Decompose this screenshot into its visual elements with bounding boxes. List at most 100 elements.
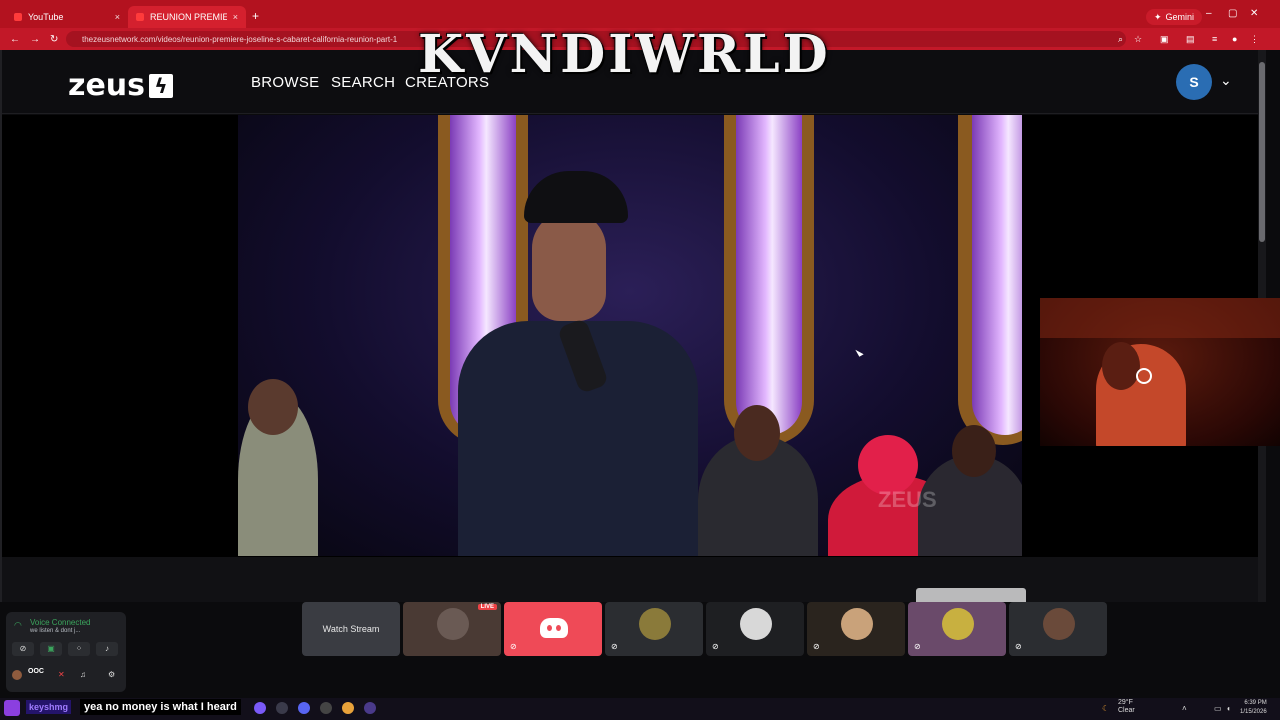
mute-video-button[interactable]: ⊘ — [12, 642, 34, 656]
lightning-bolt-icon: ϟ — [149, 73, 174, 98]
chat-username: keyshmg — [26, 700, 72, 714]
bookmark-star-icon[interactable]: ☆ — [1134, 34, 1142, 45]
chevron-down-icon[interactable]: ⌄ — [1220, 72, 1232, 89]
browser-menu-icon[interactable]: ⋮ — [1250, 34, 1259, 45]
clock-date: 1/15/2026 — [1240, 709, 1267, 715]
muted-icon: ⊘ — [712, 642, 719, 651]
participant-tile[interactable]: ⊘ — [605, 602, 703, 656]
voice-status[interactable]: Voice Connected — [30, 618, 91, 627]
logo-text: zeus — [68, 68, 146, 103]
weather-temp: 29°F — [1118, 699, 1133, 706]
forward-arrow-icon[interactable]: → — [30, 34, 40, 45]
muted-icon: ⊘ — [914, 642, 921, 651]
gemini-label: Gemini — [1165, 12, 1195, 22]
tab-search-icon[interactable]: ≡ — [1212, 34, 1217, 44]
discord-logo-icon — [540, 618, 568, 638]
participant-avatar — [1043, 608, 1075, 640]
zeus-logo[interactable]: zeus ϟ — [68, 68, 174, 103]
youtube-favicon-icon — [14, 13, 22, 21]
sidepanel-icon[interactable]: ▤ — [1186, 34, 1195, 45]
video-frame[interactable]: ZEUS — [238, 115, 1022, 556]
muted-icon: ⊘ — [813, 642, 820, 651]
clock-time: 6:39 PM — [1244, 700, 1267, 706]
participant-avatar — [740, 608, 772, 640]
activities-button[interactable]: ⁘ — [68, 642, 90, 656]
signal-icon: ◠ — [14, 620, 22, 630]
chat-caption: yea no money is what I heard — [80, 699, 241, 715]
gemini-button[interactable]: ✦ Gemini — [1146, 9, 1203, 25]
participant-tile[interactable]: ⊘ — [706, 602, 804, 656]
user-avatar[interactable] — [12, 670, 22, 680]
screen-share-button[interactable]: ▣ — [40, 642, 62, 656]
muted-icon: ⊘ — [611, 642, 618, 651]
weather-icon: ☾ — [1102, 704, 1110, 713]
url-text: thezeusnetwork.com/videos/reunion-premie… — [82, 34, 398, 44]
participant-tile[interactable]: ⊘ — [1009, 602, 1107, 656]
voice-participant-tiles: Watch Stream LIVE ⊘ ⊘ ⊘ ⊘ ⊘ ⊘ — [302, 602, 1107, 656]
close-window-button[interactable]: ✕ — [1250, 8, 1258, 19]
reload-icon[interactable]: ↻ — [50, 34, 58, 45]
tab-title: REUNION PREMIERE Joseline's — [150, 12, 227, 22]
participant-tile[interactable]: ⊘ — [908, 602, 1006, 656]
participant-avatar — [437, 608, 469, 640]
voice-channel-name[interactable]: we listen & dont j... — [30, 628, 80, 634]
tray-chevron-icon[interactable]: ˄ — [1182, 704, 1187, 713]
discord-taskbar-icon[interactable] — [298, 702, 310, 714]
participant-avatar — [639, 608, 671, 640]
voice-connected-panel: ◠ Voice Connected we listen & dont j... … — [6, 612, 126, 692]
muted-icon: ⊘ — [1015, 642, 1022, 651]
nav-search[interactable]: SEARCH — [331, 74, 395, 91]
scrollbar-thumb[interactable] — [1259, 62, 1265, 242]
tab-title: YouTube — [28, 12, 64, 22]
settings-gear-icon[interactable]: ⚙ — [108, 670, 115, 679]
participant-avatar — [942, 608, 974, 640]
stream-overlay-title: KVNDIWRLD — [418, 24, 831, 85]
weather-desc: Clear — [1118, 707, 1135, 714]
tab-reunion-premiere[interactable]: REUNION PREMIERE Joseline's × — [128, 6, 246, 28]
headphones-icon[interactable]: ♫ — [80, 670, 86, 679]
start-button[interactable] — [4, 700, 20, 716]
volume-icon[interactable]: ◖ — [1226, 704, 1231, 713]
stage-pillar — [972, 115, 1022, 435]
account-avatar[interactable]: S — [1176, 64, 1212, 100]
player-footer — [2, 557, 1258, 602]
tab-youtube[interactable]: YouTube × — [6, 6, 128, 28]
nav-browse[interactable]: BROWSE — [251, 74, 319, 91]
partial-button[interactable] — [916, 588, 1026, 602]
taskbar-clock[interactable]: 6:39 PM 1/15/2026 — [1240, 699, 1267, 717]
extensions-icon[interactable]: ▣ — [1160, 34, 1169, 45]
live-badge: LIVE — [477, 604, 497, 610]
zoom-icon[interactable]: ⌕ — [1118, 34, 1123, 45]
streamer-webcam — [1040, 298, 1280, 446]
zeus-favicon-icon — [136, 13, 144, 21]
tab-close-icon[interactable]: × — [115, 12, 120, 22]
taskbar-app-icon[interactable] — [320, 702, 332, 714]
participant-tile[interactable]: ⊘ — [807, 602, 905, 656]
audience-member — [698, 405, 818, 556]
taskbar-app-icon[interactable] — [364, 702, 376, 714]
chrome-taskbar-icon[interactable] — [342, 702, 354, 714]
participant-tile[interactable]: LIVE — [403, 602, 501, 656]
watch-stream-tile[interactable]: Watch Stream — [302, 602, 400, 656]
audience-member — [238, 379, 318, 556]
network-icon[interactable]: ▭ — [1214, 704, 1222, 713]
weather-widget[interactable]: 29°F Clear — [1118, 699, 1135, 715]
maximize-button[interactable]: ▢ — [1228, 8, 1237, 19]
tab-close-icon[interactable]: × — [233, 12, 238, 22]
mic-muted-icon[interactable]: ✕ — [58, 670, 65, 679]
profile-icon[interactable]: ● — [1232, 34, 1237, 44]
back-arrow-icon[interactable]: ← — [10, 34, 20, 45]
watch-stream-label: Watch Stream — [322, 624, 380, 634]
circle-marker-icon — [1136, 368, 1152, 384]
new-tab-button[interactable]: + — [252, 9, 259, 23]
user-name: OOC — [28, 668, 44, 675]
minimize-button[interactable]: – — [1206, 8, 1212, 19]
participant-avatar — [841, 608, 873, 640]
participant-tile[interactable]: ⊘ — [504, 602, 602, 656]
taskbar-app-icon[interactable] — [254, 702, 266, 714]
taskbar-app-icon[interactable] — [276, 702, 288, 714]
host-figure — [448, 171, 698, 556]
gemini-icon: ✦ — [1154, 11, 1162, 22]
soundboard-button[interactable]: ♪ — [96, 642, 118, 656]
zeus-watermark: ZEUS — [878, 487, 937, 512]
